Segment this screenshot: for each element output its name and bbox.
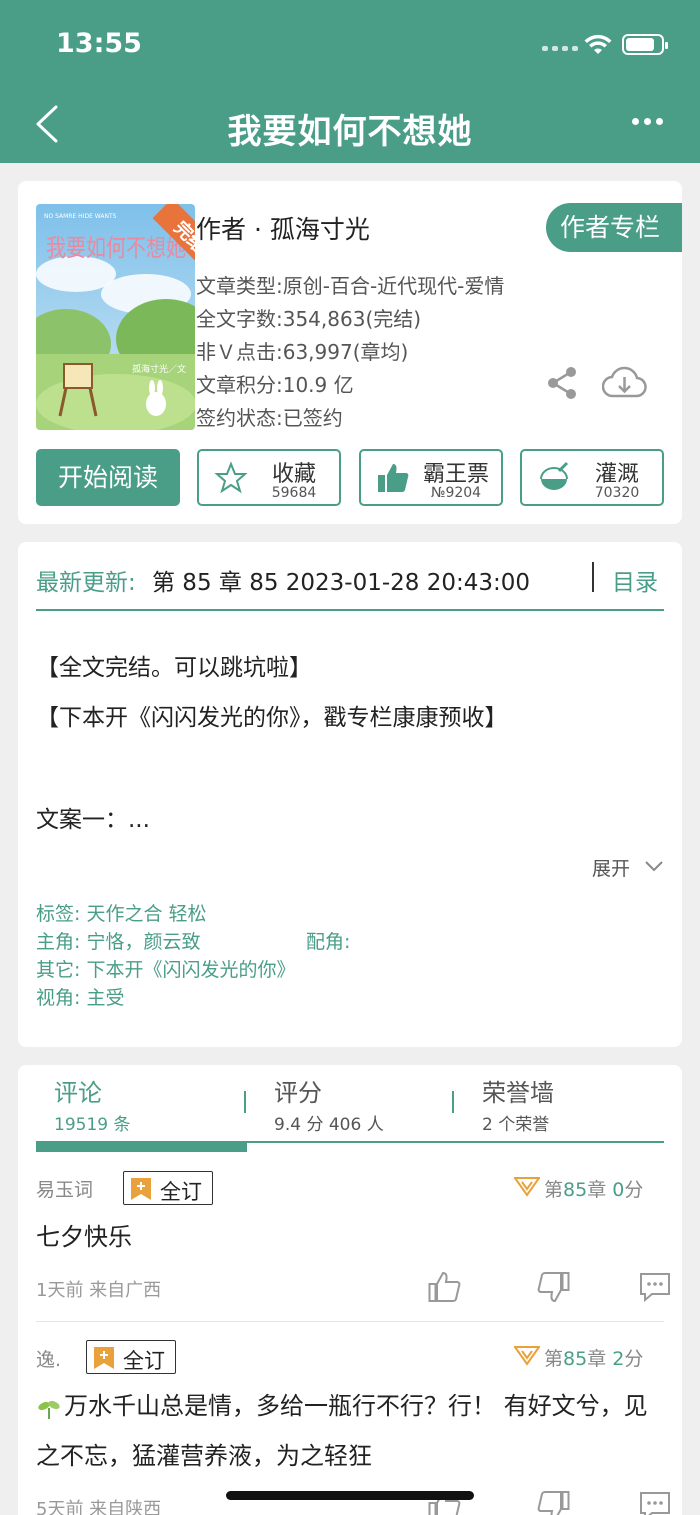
star-icon <box>214 461 248 494</box>
lead-characters-line: 主角: 宁恪，颜云致 <box>36 931 201 953</box>
comment-body[interactable]: 万水千山总是情，多给一瓶行不行？行！ 有好文兮，见之不忘，猛灌营养液，为之轻狂 <box>36 1381 666 1481</box>
download-icon[interactable] <box>602 366 647 399</box>
cellular-signal-icon <box>542 46 578 51</box>
cover-title: 我要如何不想她 <box>46 234 186 262</box>
meta-type: 文章类型:原创-百合-近代现代-爱情 <box>196 274 505 298</box>
book-cover[interactable]: NO SAMRE HIDE WANTS 我要如何不想她 孤海寸光／文 完结 <box>36 204 195 430</box>
meta-score: 文章积分:10.9 亿 <box>196 373 354 397</box>
bookmark-plus-icon <box>131 1178 151 1200</box>
irrigate-count: 70320 <box>594 485 640 501</box>
chapter-prefix: 第 <box>544 1348 564 1370</box>
thumbs-up-icon <box>378 464 409 492</box>
tab-comments[interactable]: 评论 19519 条 <box>54 1073 130 1135</box>
ticket-label: 霸王票 <box>422 462 489 487</box>
description-line: 【全文完结。可以跳坑啦】 <box>36 655 312 681</box>
author-name[interactable]: 作者 · 孤海寸光 <box>196 210 370 246</box>
meta-sign-status: 签约状态:已签约 <box>196 406 343 430</box>
full-subscribe-badge: 全订 <box>123 1171 213 1205</box>
tab-subtitle: 9.4 分 406 人 <box>274 1115 384 1135</box>
update-card: 最新更新: 第 85 章 85 2023-01-28 20:43:00 目录 【… <box>18 542 682 1047</box>
cover-english: NO SAMRE HIDE WANTS <box>44 213 117 220</box>
latest-update-label: 最新更新: <box>36 570 136 596</box>
bookmark-plus-icon <box>94 1347 114 1369</box>
tab-subtitle: 2 个荣誉 <box>482 1115 550 1135</box>
tab-subtitle: 19519 条 <box>54 1115 131 1135</box>
tab-title: 评论 <box>54 1079 102 1107</box>
expand-button[interactable]: 展开 <box>592 854 630 881</box>
support-characters-line: 配角: <box>306 931 351 953</box>
ticket-count: №9204 <box>430 485 482 501</box>
overlord-ticket-button[interactable]: 霸王票 №9204 <box>359 449 503 506</box>
tab-title: 评分 <box>274 1079 322 1107</box>
divider <box>452 1091 454 1113</box>
score-number: 2 <box>612 1348 625 1370</box>
status-time: 13:55 <box>56 28 142 59</box>
meta-word-count: 全文字数:354,863(完结) <box>196 307 422 331</box>
author-column-button[interactable]: 作者专栏 <box>546 203 682 252</box>
score-unit: 分 <box>624 1348 644 1370</box>
badge-label: 全订 <box>123 1349 165 1373</box>
divider <box>36 1321 664 1322</box>
vip-diamond-icon <box>514 1177 540 1197</box>
favorite-count: 59684 <box>271 485 317 501</box>
battery-icon <box>622 34 668 55</box>
reply-icon[interactable] <box>638 1271 672 1303</box>
divider <box>592 562 594 592</box>
full-subscribe-badge: 全订 <box>86 1340 176 1374</box>
pov-line: 视角: 主受 <box>36 987 125 1009</box>
top-bar: 13:55 我要如何不想她 <box>0 0 700 163</box>
favorite-button[interactable]: 收藏 59684 <box>197 449 341 506</box>
dislike-icon[interactable] <box>536 1271 570 1303</box>
score-number: 0 <box>612 1179 625 1201</box>
irrigate-button[interactable]: 灌溉 70320 <box>520 449 664 506</box>
chevron-down-icon[interactable] <box>644 860 664 873</box>
more-icon[interactable] <box>632 118 664 130</box>
cover-byline: 孤海寸光／文 <box>132 363 186 375</box>
toc-link[interactable]: 目录 <box>612 563 658 597</box>
reply-icon[interactable] <box>638 1490 672 1515</box>
share-icon[interactable] <box>546 366 578 400</box>
comment-user[interactable]: 易玉词 <box>36 1175 93 1202</box>
latest-update-value[interactable]: 第 85 章 85 2023-01-28 20:43:00 <box>152 563 530 597</box>
tab-active-indicator <box>36 1141 247 1152</box>
score-unit: 分 <box>624 1179 644 1201</box>
comment-body[interactable]: 七夕快乐 <box>36 1212 666 1262</box>
comments-card: 评论 19519 条 评分 9.4 分 406 人 荣誉墙 2 个荣誉 易玉词 … <box>18 1065 682 1515</box>
divider <box>36 609 664 611</box>
meta-clicks: 非Ｖ点击:63,997(章均) <box>196 340 409 364</box>
like-icon[interactable] <box>428 1271 462 1303</box>
chapter-suffix: 章 <box>587 1179 607 1201</box>
favorite-label: 收藏 <box>271 462 316 487</box>
page-title: 我要如何不想她 <box>227 112 473 152</box>
start-reading-button[interactable]: 开始阅读 <box>36 449 180 506</box>
irrigate-label: 灌溉 <box>594 462 639 487</box>
flask-icon <box>540 461 569 490</box>
comment-time-location: 1天前 来自广西 <box>36 1280 162 1301</box>
comment-time-location: 5天前 来自陕西 <box>36 1499 162 1515</box>
tab-ratings[interactable]: 评分 9.4 分 406 人 <box>274 1073 384 1135</box>
tab-honor-wall[interactable]: 荣誉墙 2 个荣誉 <box>482 1073 554 1135</box>
chapter-number: 85 <box>563 1348 588 1370</box>
badge-label: 全订 <box>160 1180 202 1204</box>
home-indicator[interactable] <box>226 1491 474 1500</box>
tab-title: 荣誉墙 <box>482 1079 554 1107</box>
comment-chapter-score: 第85章 0分 <box>544 1175 643 1202</box>
chapter-prefix: 第 <box>544 1179 564 1201</box>
comment-user[interactable]: 逸. <box>36 1345 61 1372</box>
description-line: 文案一：... <box>36 807 150 833</box>
comment-chapter-score: 第85章 2分 <box>544 1344 643 1371</box>
description-line: 【下本开《闪闪发光的你》，戳专栏康康预收】 <box>36 705 508 731</box>
other-line: 其它: 下本开《闪闪发光的你》 <box>36 959 296 981</box>
wifi-icon <box>584 34 612 54</box>
vip-diamond-icon <box>514 1346 540 1366</box>
chapter-number: 85 <box>563 1179 588 1201</box>
tags-line[interactable]: 标签: 天作之合 轻松 <box>36 899 206 926</box>
divider <box>244 1091 246 1113</box>
dislike-icon[interactable] <box>536 1490 570 1515</box>
chapter-suffix: 章 <box>587 1348 607 1370</box>
